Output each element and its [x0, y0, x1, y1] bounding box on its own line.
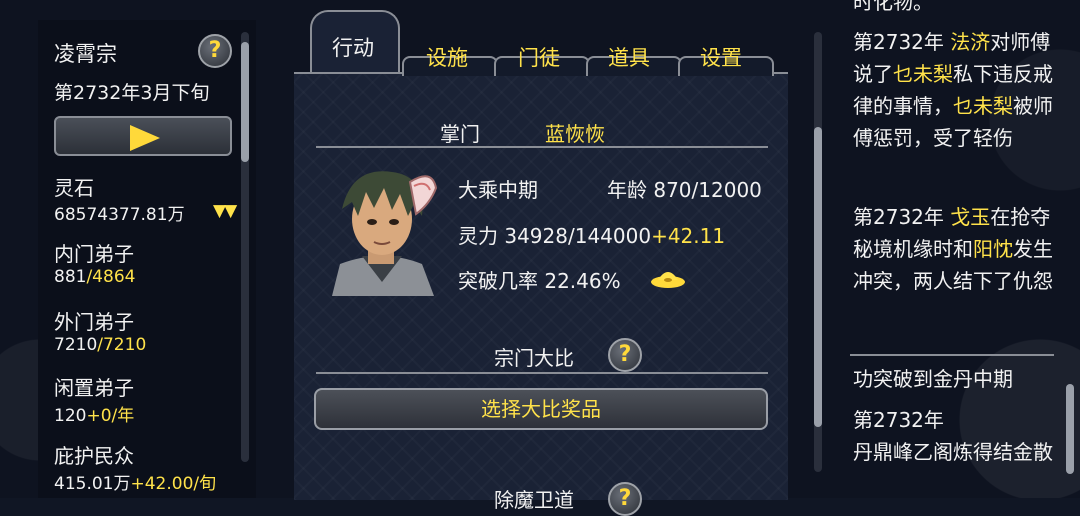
stat-value-spirit-stone: 68574377.81万 — [54, 205, 185, 225]
tab-items[interactable]: 道具 — [608, 42, 650, 72]
help-button-competition[interactable]: ? — [608, 338, 642, 372]
divider — [316, 146, 768, 148]
help-button-sect[interactable]: ? — [198, 34, 232, 68]
log-entry-3: 功突破到金丹中期 — [853, 367, 1013, 391]
leader-name[interactable]: 蓝恢恢 — [545, 118, 605, 147]
portrait-image — [332, 171, 438, 296]
stat-label-outer-disciples: 外门弟子 — [54, 310, 134, 334]
log-entry-1: 第2732年 法济对师傅说了乜未梨私下违反戒律的事情，乜未梨被师傅惩罚，受了轻伤 — [853, 30, 1053, 150]
stat-value-protected-people: 415.01万+42.00/旬 — [54, 474, 217, 494]
leader-age: 年龄 870/12000 — [607, 178, 762, 202]
divider — [316, 372, 768, 374]
log-cut-line: 时化物。 — [853, 0, 933, 14]
tab-facilities[interactable]: 设施 — [426, 42, 468, 72]
next-turn-button[interactable] — [54, 116, 232, 156]
tab-disciples[interactable]: 门徒 — [518, 42, 560, 72]
main-scroll-thumb[interactable] — [814, 127, 822, 427]
stat-label-inner-disciples: 内门弟子 — [54, 242, 134, 266]
stat-label-protected-people: 庇护民众 — [54, 444, 134, 468]
log-entry-4: 第2732年 丹鼎峰乙阁炼得结金散 — [853, 408, 1053, 464]
tab-actions-label: 行动 — [332, 36, 374, 60]
left-scrollbar[interactable] — [241, 32, 249, 462]
stat-value-inner-disciples: 881/4864 — [54, 267, 136, 287]
stat-value-outer-disciples: 7210/7210 — [54, 335, 147, 355]
sect-name: 凌霄宗 — [54, 42, 117, 66]
main-scrollbar[interactable] — [814, 32, 822, 472]
question-icon: ? — [208, 38, 222, 63]
leader-realm: 大乘中期 — [458, 178, 538, 202]
help-button-next[interactable]: ? — [608, 482, 642, 516]
competition-title: 宗门大比 — [494, 346, 574, 370]
stat-label-spirit-stone: 灵石 — [54, 176, 94, 200]
leader-avatar[interactable] — [322, 164, 442, 296]
question-icon: ? — [618, 486, 632, 511]
select-prize-button[interactable]: 选择大比奖品 — [314, 388, 768, 430]
log-entry-2: 第2732年 戈玉在抢夺秘境机缘时和阳忱发生冲突，两人结下了仇怨 — [853, 205, 1053, 293]
stat-value-idle-disciples: 120+0/年 — [54, 406, 135, 426]
play-icon — [130, 125, 160, 151]
question-icon: ? — [618, 342, 632, 367]
breakthrough-icon[interactable] — [650, 266, 686, 294]
leader-title-label: 掌门 — [440, 122, 480, 146]
game-date: 第2732年3月下旬 — [54, 82, 210, 104]
stat-label-idle-disciples: 闲置弟子 — [54, 376, 134, 400]
leader-breakthrough: 突破几率 22.46% — [458, 269, 621, 293]
log-divider — [850, 354, 1054, 356]
tab-settings[interactable]: 设置 — [700, 42, 742, 72]
left-scroll-thumb[interactable] — [241, 42, 249, 162]
log-scroll-thumb[interactable] — [1066, 384, 1074, 474]
decrease-arrows-icon: ▼▼ — [213, 201, 237, 221]
leader-power: 灵力 34928/144000+42.11 — [458, 224, 726, 248]
next-section-title: 除魔卫道 — [494, 488, 574, 512]
